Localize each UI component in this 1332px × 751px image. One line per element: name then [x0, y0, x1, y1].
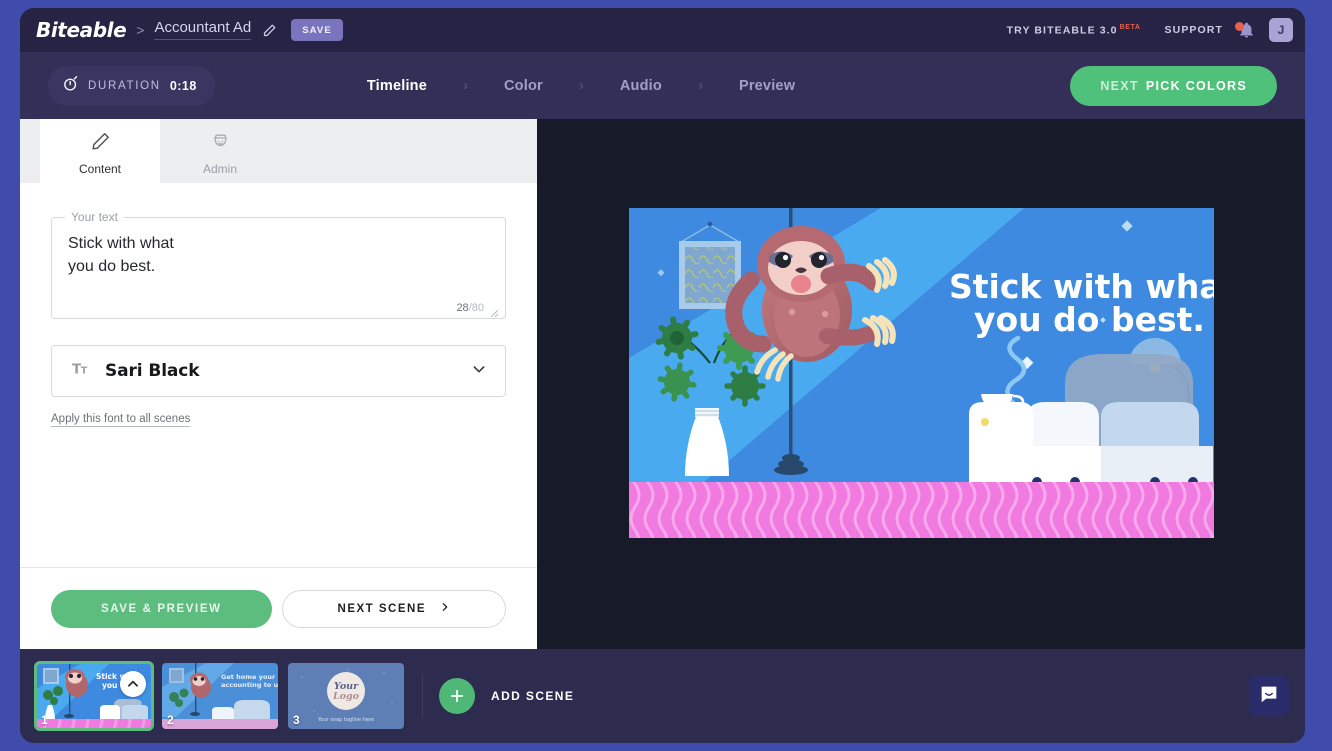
panel-footer: SAVE & PREVIEW NEXT SCENE [20, 567, 537, 649]
tab-content-label: Content [78, 161, 122, 176]
scene-thumbnail-2[interactable]: Get home your accounting to us. 2 [162, 663, 278, 729]
content-panel: Content Admin Your text Stick with what … [20, 119, 537, 649]
text-format-icon: TT [72, 361, 91, 382]
character-max: 80 [471, 302, 484, 314]
next-prefix-label: NEXT [1100, 78, 1139, 93]
headline-line-2: you do best. [974, 300, 1205, 339]
next-action-label: PICK COLORS [1145, 78, 1247, 93]
your-text-field[interactable]: Your text Stick with what you do best. 2… [51, 210, 506, 319]
step-timeline[interactable]: Timeline [367, 78, 427, 94]
tabstrip-left-pad [20, 119, 40, 183]
chat-bubble-icon [1258, 683, 1280, 710]
breadcrumb-separator: > [136, 22, 145, 38]
chevron-down-icon[interactable] [471, 361, 487, 382]
apply-font-all-scenes-link[interactable]: Apply this font to all scenes [51, 413, 191, 427]
notification-dot [1235, 22, 1244, 31]
chevron-right-icon [440, 601, 450, 616]
app-header: Biteable > Accountant Ad SAVE TRY BITEAB… [20, 8, 1305, 52]
save-and-preview-button[interactable]: SAVE & PREVIEW [51, 589, 272, 628]
character-counter: 28/80 [456, 302, 484, 314]
duration-pill[interactable]: DURATION 0:18 [48, 65, 215, 106]
step-navigation-bar: DURATION 0:18 Timeline › Color › Audio ›… [20, 52, 1305, 119]
svg-text:Get home your: Get home your [221, 673, 276, 681]
add-scene-button[interactable]: ADD SCENE [439, 678, 574, 714]
avatar[interactable]: J [1269, 18, 1293, 42]
video-preview[interactable]: Stick with what you do best. [628, 208, 1214, 538]
pencil-icon [90, 131, 111, 157]
next-scene-button[interactable]: NEXT SCENE [281, 589, 506, 628]
scene-illustration: Stick with what you do best. [628, 208, 1214, 538]
strip-divider [422, 674, 423, 718]
tab-admin-label: Admin [202, 161, 237, 176]
svg-text:accounting to us.: accounting to us. [221, 681, 278, 689]
next-scene-label: NEXT SCENE [337, 602, 427, 615]
chevron-right-icon: › [463, 77, 469, 94]
font-name-value: Sari Black [105, 361, 200, 381]
try-biteable-3-link[interactable]: TRY BITEABLE 3.0 BETA [1007, 24, 1145, 37]
your-text-input[interactable]: Stick with what you do best. [68, 232, 489, 278]
your-text-label: Your text [65, 210, 124, 224]
police-officer-icon [210, 131, 231, 157]
stopwatch-icon [62, 75, 79, 97]
resize-handle[interactable] [490, 305, 499, 318]
step-list: Timeline › Color › Audio › Preview [367, 77, 795, 94]
scene-strip: Stick with you do b 1 [20, 649, 1305, 743]
try-biteable-3-label: TRY BITEABLE 3.0 [1006, 24, 1118, 37]
scene-thumbnail-1[interactable]: Stick with you do b 1 [34, 661, 154, 731]
step-preview[interactable]: Preview [739, 78, 795, 94]
editor-body: Content Admin Your text Stick with what … [20, 119, 1305, 649]
scene-thumbnail-3[interactable]: Your Logo Your snap tagline here 3 [288, 663, 404, 729]
scene-2-preview: Get home your accounting to us. [162, 663, 278, 729]
chevron-right-icon: › [697, 77, 703, 94]
duration-label: DURATION [88, 79, 161, 92]
chat-launcher-button[interactable] [1249, 676, 1289, 716]
brand-logo[interactable]: Biteable [36, 18, 127, 42]
scene-2-number: 2 [167, 713, 174, 727]
tab-content[interactable]: Content [40, 119, 160, 183]
tabstrip-right-pad [280, 119, 537, 183]
character-count: 28 [456, 302, 469, 314]
panel-content: Your text Stick with what you do best. 2… [20, 183, 537, 567]
duration-value: 0:18 [169, 78, 197, 93]
beta-badge: BETA [1119, 23, 1141, 31]
svg-text:Logo: Logo [332, 691, 360, 702]
chevron-right-icon: › [578, 77, 584, 94]
pencil-icon[interactable] [261, 22, 277, 38]
svg-text:T: T [81, 365, 88, 376]
project-name[interactable]: Accountant Ad [154, 20, 252, 40]
tab-admin[interactable]: Admin [160, 119, 280, 183]
chevron-up-icon[interactable] [120, 671, 146, 697]
scene-3-number: 3 [293, 713, 300, 727]
step-color[interactable]: Color [504, 78, 543, 94]
bell-icon[interactable] [1235, 19, 1257, 41]
app-window: Biteable > Accountant Ad SAVE TRY BITEAB… [20, 8, 1305, 743]
support-link[interactable]: SUPPORT [1165, 24, 1223, 36]
step-audio[interactable]: Audio [620, 78, 662, 94]
next-pick-colors-button[interactable]: NEXT PICK COLORS [1070, 65, 1277, 106]
scene-3-preview: Your Logo Your snap tagline here [288, 663, 404, 729]
header-actions: TRY BITEABLE 3.0 BETA SUPPORT J [1007, 18, 1293, 42]
font-selector[interactable]: TT Sari Black [51, 345, 506, 397]
panel-tabs: Content Admin [20, 119, 537, 183]
preview-stage: Stick with what you do best. [537, 119, 1305, 649]
scene-1-number: 1 [41, 713, 48, 727]
svg-text:Your snap tagline here: Your snap tagline here [317, 717, 374, 723]
save-button[interactable]: SAVE [291, 19, 343, 41]
add-scene-label: ADD SCENE [491, 689, 575, 703]
plus-icon [439, 678, 475, 714]
